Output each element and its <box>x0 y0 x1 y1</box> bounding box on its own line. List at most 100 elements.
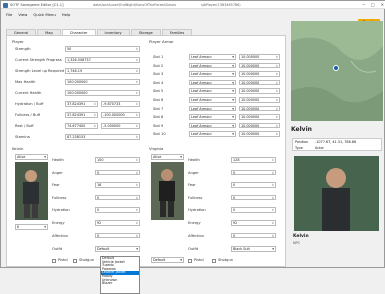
kelvin-pistol-label: Pistol <box>58 258 68 262</box>
kelvin-shotgun-checkbox[interactable] <box>73 259 77 263</box>
player-buff-input[interactable]: -100.000000 <box>101 112 140 118</box>
sidebar-portrait <box>294 156 379 231</box>
map-view[interactable] <box>291 21 383 121</box>
sidebar-details: Position -1077.67, 41.31, 786.86 Type Ac… <box>292 138 382 151</box>
armor-slot-label: Slot 5 <box>153 89 164 94</box>
player-buff-input[interactable]: -5.000000 <box>101 123 140 129</box>
window-file: sjbPlayer(1383465786) <box>201 2 241 7</box>
sidebar-name: Kelvin <box>291 126 312 133</box>
armor-slot-value[interactable]: 10.000000 <box>239 54 280 60</box>
armor-slot-value[interactable]: 10.000000 <box>239 88 280 94</box>
virginia-stat-input[interactable]: 0 <box>231 182 276 188</box>
player-field-label: Strength Level up Required <box>15 69 65 73</box>
virginia-group-title: Virginia <box>149 146 164 151</box>
minimize-icon[interactable]: ─ <box>362 2 364 7</box>
player-field-input[interactable]: 87.238153 <box>65 134 140 140</box>
armor-slot-value[interactable]: 10.000000 <box>239 79 280 86</box>
virginia-pistol-label: Pistol <box>194 258 204 262</box>
kelvin-stat-input[interactable]: 16 <box>95 182 140 188</box>
armor-slot-select[interactable]: Leaf Armour <box>189 114 236 120</box>
armor-slot-select[interactable]: Leaf Armour <box>189 54 236 60</box>
kelvin-stat-label: Hydration <box>52 208 70 213</box>
menu-help[interactable]: Help <box>62 12 71 17</box>
player-field-label: Hydration / Buff <box>15 102 44 106</box>
kelvin-stat-input[interactable]: 92 <box>95 220 140 226</box>
player-field-input[interactable]: 37.824391 <box>65 101 98 107</box>
armor-slot-value[interactable]: 10.000000 <box>239 105 280 112</box>
virginia-stat-input[interactable]: 0 <box>231 207 276 213</box>
window-path: data\local\user\EndNight\SonsOfTheForest… <box>93 2 177 7</box>
virginia-outfit-label: Outfit <box>188 247 199 251</box>
kelvin-stat-input[interactable]: 0 <box>95 207 140 213</box>
armor-slot-select[interactable]: Leaf Armour <box>189 62 236 69</box>
kelvin-stat-label: Health <box>52 158 64 162</box>
armor-group-title: Player Armor <box>149 39 174 44</box>
armor-slot-label: Slot 2 <box>153 63 164 68</box>
armor-slot-select[interactable]: Leaf Armour <box>189 105 236 112</box>
kelvin-stat-input[interactable]: 0 <box>95 169 140 176</box>
player-field-label: Rest / Buff <box>15 124 34 128</box>
virginia-shotgun-checkbox[interactable] <box>212 259 216 263</box>
player-field-input[interactable]: 50 <box>65 46 140 52</box>
maximize-icon[interactable]: □ <box>371 2 375 7</box>
kelvin-stat-input[interactable]: 0 <box>95 194 140 201</box>
window-title: SOTF Savegame Editor [C1.1] <box>10 2 64 7</box>
virginia-shotgun-label: Shotgun <box>218 258 234 262</box>
outfit-option[interactable]: Blazer <box>101 282 139 286</box>
armor-slot-select[interactable]: Leaf Armour <box>189 97 236 103</box>
map-terrain <box>291 21 383 121</box>
armor-slot-label: Slot 7 <box>153 106 164 111</box>
menu-quick-menu[interactable]: Quick Menu <box>33 12 55 17</box>
virginia-stat-input[interactable]: 92 <box>231 220 276 226</box>
virginia-bottom-select[interactable]: Default <box>151 257 184 263</box>
kelvin-status-select[interactable]: Alive <box>15 154 48 160</box>
virginia-pistol-checkbox[interactable] <box>188 259 192 263</box>
virginia-outfit-select[interactable]: Black Suit <box>231 246 276 252</box>
sidebar-caption-sub: NPC <box>293 241 300 245</box>
virginia-stat-label: Affection <box>188 233 205 238</box>
player-field-input[interactable]: 1,746.19 <box>65 68 140 74</box>
virginia-status-select[interactable]: Alive <box>151 154 184 160</box>
armor-slot-select[interactable]: Leaf Armour <box>189 79 236 86</box>
map-pin-icon[interactable] <box>333 65 339 71</box>
virginia-stat-input[interactable]: 0 <box>231 194 276 201</box>
kelvin-stat-input[interactable]: 100 <box>95 157 140 163</box>
armor-slot-value[interactable]: 10.000000 <box>239 114 280 120</box>
menu-file[interactable]: File <box>6 12 12 17</box>
armor-slot-select[interactable]: Leaf Armour <box>189 71 236 77</box>
virginia-portrait <box>151 162 184 220</box>
kelvin-stat-input[interactable]: 0 <box>95 232 140 239</box>
menu-view[interactable]: View <box>18 12 27 17</box>
kelvin-stat-label: Anger <box>52 170 63 175</box>
player-field-label: Current Health <box>15 91 42 95</box>
virginia-stat-input[interactable]: 0 <box>231 169 276 176</box>
armor-slot-value[interactable]: 10.000000 <box>239 71 280 77</box>
sidebar-portrait-image <box>294 156 379 231</box>
armor-slot-value[interactable]: 10.000000 <box>239 62 280 69</box>
armor-slot-value[interactable]: 10.000000 <box>239 131 280 137</box>
virginia-stat-input[interactable]: 0 <box>231 232 276 239</box>
armor-slot-select[interactable]: Leaf Armour <box>189 122 236 129</box>
armor-slot-value[interactable]: 10.000000 <box>239 97 280 103</box>
armor-slot-select[interactable]: Leaf Armour <box>189 88 236 94</box>
player-field-input[interactable]: 1,326.508737 <box>65 57 140 63</box>
armor-slot-label: Slot 8 <box>153 115 164 120</box>
kelvin-outfit-dropdown[interactable]: Default Vehicle Jacket Tuxedo Pajamas Leathe… <box>100 256 140 294</box>
armor-slot-value[interactable]: 10.000000 <box>239 122 280 129</box>
virginia-stat-label: Fullness <box>188 195 203 200</box>
player-buff-input[interactable]: -9.870733 <box>101 101 140 107</box>
close-icon[interactable]: ✕ <box>381 2 384 7</box>
armor-slot-select[interactable]: Leaf Armour <box>189 131 236 137</box>
kelvin-bottom-select[interactable]: K <box>15 224 48 230</box>
sidebar-caption-name: Kelvin <box>293 234 309 239</box>
position-value: -1077.67, 41.31, 786.86 <box>315 140 357 144</box>
kelvin-outfit-select[interactable]: Default <box>95 246 140 252</box>
kelvin-pistol-checkbox[interactable] <box>52 259 56 263</box>
kelvin-portrait <box>15 162 48 220</box>
player-field-input[interactable]: 74.677400 <box>65 123 98 129</box>
virginia-stat-input[interactable]: 128 <box>231 157 276 163</box>
player-field-input[interactable]: 100.000000 <box>65 79 140 85</box>
player-field-input[interactable]: 37.824391 <box>65 112 98 118</box>
player-field-label: Strength <box>15 47 31 51</box>
player-field-input[interactable]: 100.000000 <box>65 90 140 96</box>
